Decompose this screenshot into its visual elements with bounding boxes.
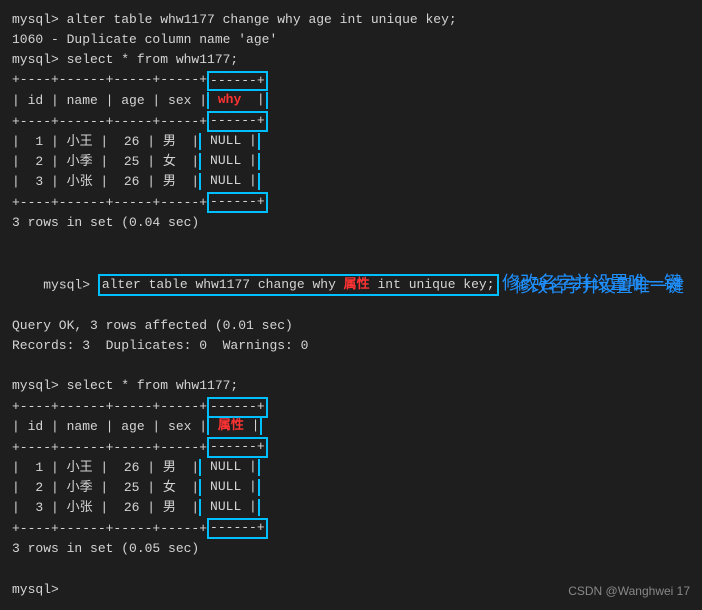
annotation-overlay: 修改名字并设置唯一键 (514, 272, 684, 297)
line-select2: mysql> select * from whw1177; (12, 376, 690, 396)
rows-info-2: 3 rows in set (0.05 sec) (12, 539, 690, 559)
cmd-highlight-box: alter table whw1177 change why 属性 int un… (98, 274, 499, 296)
blank-1 (12, 233, 690, 253)
terminal: mysql> alter table whw1177 change why ag… (12, 10, 690, 600)
table2-sep-mid: +----+------+-----+-----+------+ (12, 437, 268, 458)
line-2: 1060 - Duplicate column name 'age' (12, 30, 690, 50)
table2: +----+------+-----+-----+------+ | id | … (12, 397, 268, 540)
table2-row3: | 3 | 小张 | 26 | 男 | NULL | (12, 498, 268, 518)
rows-info-1: 3 rows in set (0.04 sec) (12, 213, 690, 233)
watermark: CSDN @Wanghwei 17 (568, 584, 690, 598)
table1-row3: | 3 | 小张 | 26 | 男 | NULL | (12, 172, 268, 192)
query-ok: Query OK, 3 rows affected (0.01 sec) (12, 316, 690, 336)
table1-sep-bot: +----+------+-----+-----+------+ (12, 192, 268, 213)
prompt-1: mysql> alter table whw1177 change why ag… (12, 12, 457, 27)
table1-sep-mid: +----+------+-----+-----+------+ (12, 111, 268, 132)
table1: +----+------+-----+-----+------+ | id | … (12, 70, 268, 213)
table2-sep-bot: +----+------+-----+-----+------+ (12, 518, 268, 539)
records-info: Records: 3 Duplicates: 0 Warnings: 0 (12, 336, 690, 356)
table1-sep-top: +----+------+-----+-----+------+ (12, 70, 268, 90)
blank-2 (12, 356, 690, 376)
line-1: mysql> alter table whw1177 change why ag… (12, 10, 690, 30)
table2-sep-top: +----+------+-----+-----+------+ (12, 397, 268, 417)
blank-3 (12, 559, 690, 579)
table2-row1: | 1 | 小王 | 26 | 男 | NULL | (12, 458, 268, 478)
line-3: mysql> select * from whw1177; (12, 50, 690, 70)
prompt-cmd: mysql> (43, 277, 98, 292)
table1-row1: | 1 | 小王 | 26 | 男 | NULL | (12, 132, 268, 152)
error-msg: 1060 - Duplicate column name 'age' (12, 32, 277, 47)
table1-row2: | 2 | 小季 | 25 | 女 | NULL | (12, 152, 268, 172)
table1-header: | id | name | age | sex | why | (12, 91, 268, 111)
table2-header: | id | name | age | sex | 属性 | (12, 417, 268, 437)
table2-row2: | 2 | 小季 | 25 | 女 | NULL | (12, 478, 268, 498)
prompt-3: mysql> select * from whw1177; (12, 52, 238, 67)
